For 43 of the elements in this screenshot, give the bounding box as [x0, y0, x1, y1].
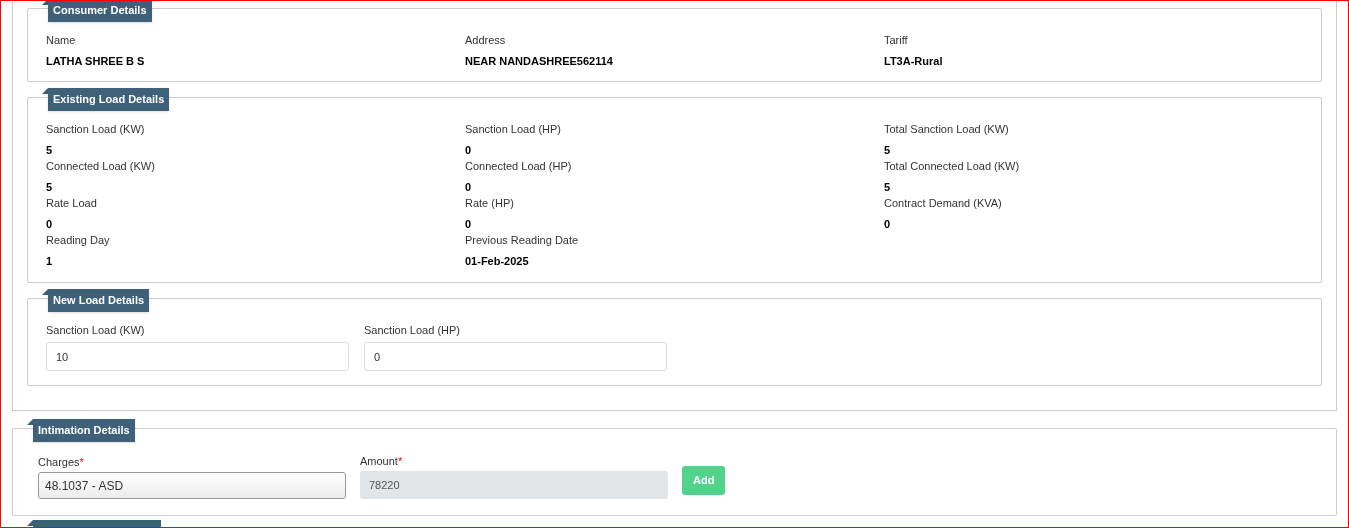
input-field[interactable]: 10	[46, 342, 349, 371]
field-value: LATHA SHREE B S	[46, 54, 146, 69]
field-label: Address	[465, 33, 507, 48]
section-legend: Intimation Details	[33, 419, 135, 442]
field-value: 0	[465, 143, 473, 158]
field-value: 01-Feb-2025	[465, 254, 530, 269]
field-value: 5	[46, 180, 54, 195]
input-field[interactable]: 0	[364, 342, 667, 371]
field-value: NEAR NANDASHREE562114	[465, 54, 614, 69]
field-label: Contract Demand (KVA)	[884, 196, 1003, 211]
legend-corner-icon	[27, 419, 33, 425]
field-value: 0	[465, 180, 473, 195]
field-label: Amount*	[360, 454, 404, 469]
legend-corner-icon	[42, 88, 48, 94]
field-label: Total Connected Load (KW)	[884, 159, 1021, 174]
field-value: LT3A-Rural	[884, 54, 944, 69]
field-label: Sanction Load (HP)	[465, 122, 562, 137]
field-value: 0	[884, 217, 892, 232]
field-label: Tariff	[884, 33, 909, 48]
field-label: Sanction Load (KW)	[46, 122, 146, 137]
field-label: Previous Reading Date	[465, 233, 580, 248]
charges-dropdown[interactable]: 48.1037 - ASD	[38, 472, 346, 499]
field-value: 0	[465, 217, 473, 232]
field-label: Reading Day	[46, 233, 111, 248]
field-value: 5	[884, 180, 892, 195]
section-legend: Existing Load Details	[48, 88, 170, 111]
field-label: Rate Load	[46, 196, 98, 211]
field-label: Sanction Load (KW)	[46, 323, 146, 338]
field-label: Sanction Load (HP)	[364, 323, 461, 338]
field-label: Rate (HP)	[465, 196, 515, 211]
legend-corner-icon	[42, 289, 48, 295]
field-value: 0	[46, 217, 54, 232]
field-value: 5	[46, 143, 54, 158]
field-label: Total Sanction Load (KW)	[884, 122, 1010, 137]
field-label: Name	[46, 33, 77, 48]
field-label: Connected Load (KW)	[46, 159, 156, 174]
field-value: 1	[46, 254, 54, 269]
legend-corner-icon	[27, 520, 33, 526]
field-label: Charges*	[38, 455, 85, 470]
section-legend: Consumer Details	[48, 1, 152, 22]
field-label: Connected Load (HP)	[465, 159, 573, 174]
section-legend: New Load Details	[48, 289, 150, 312]
field-value: 5	[884, 143, 892, 158]
